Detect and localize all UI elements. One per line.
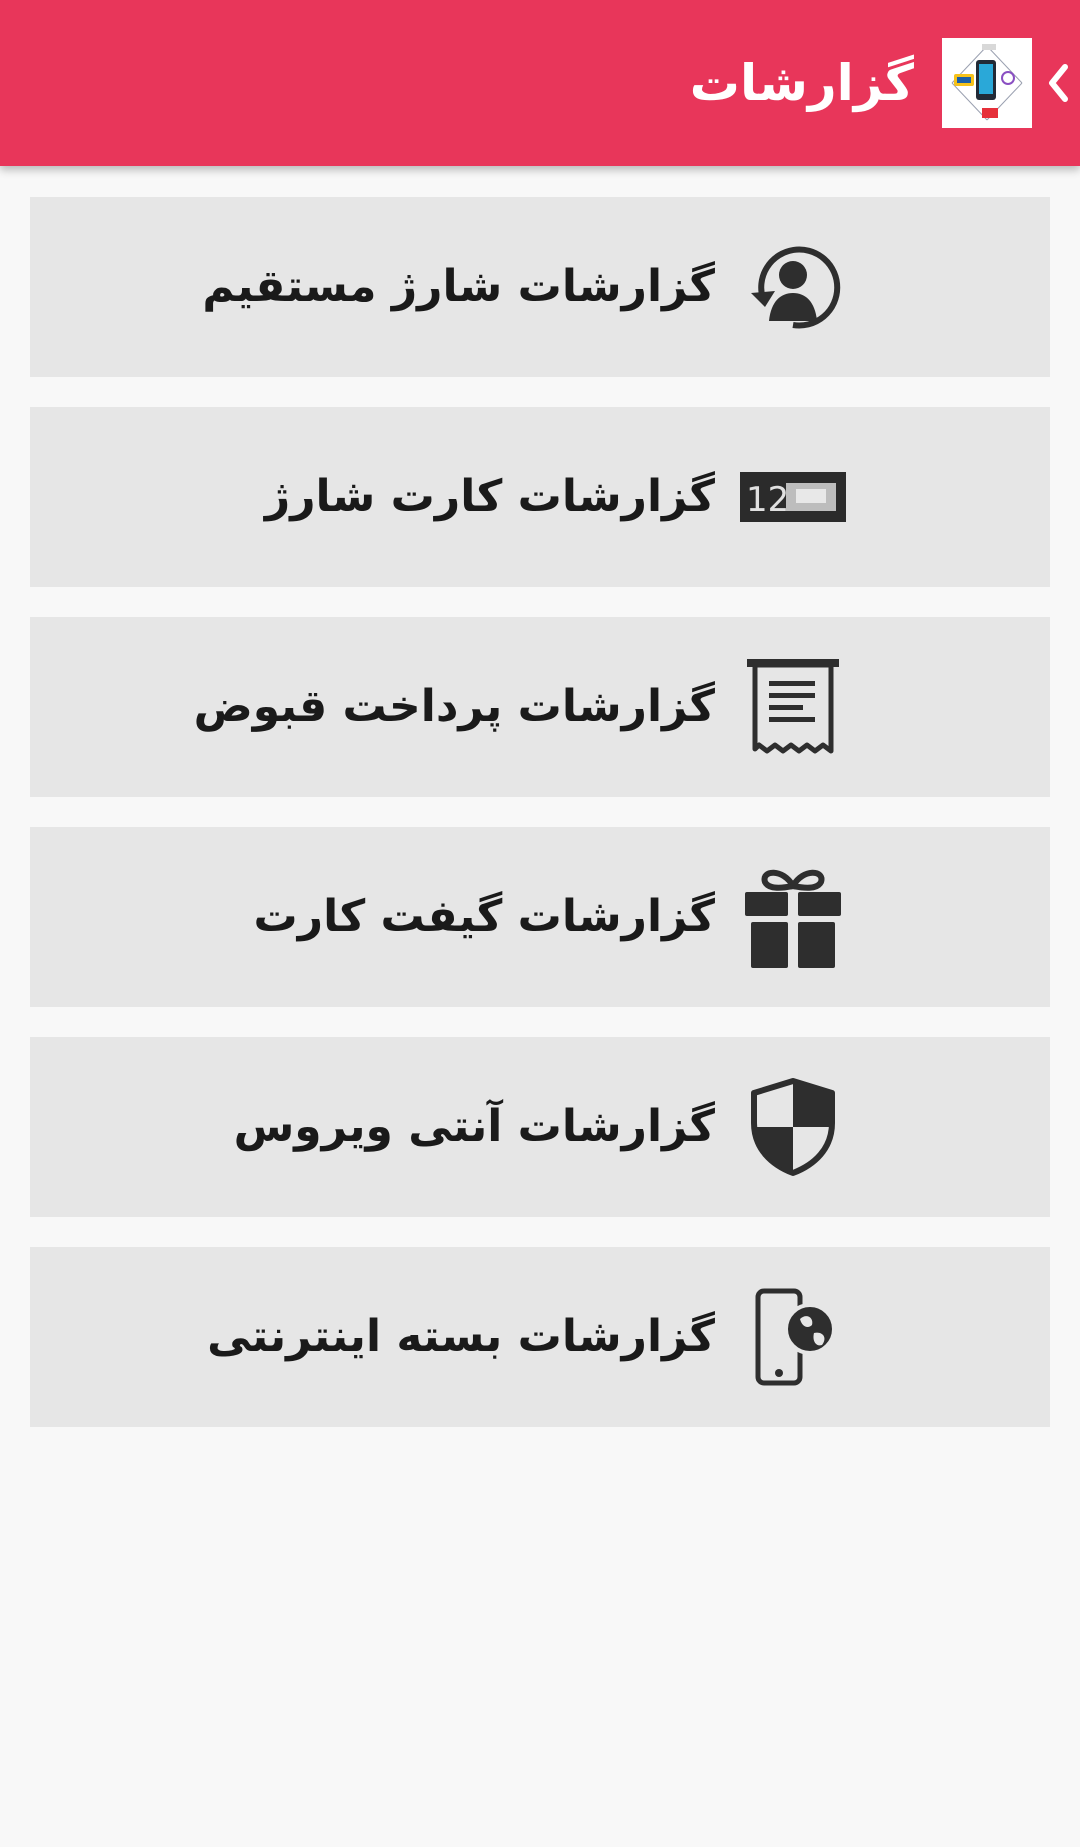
menu-item-label: گزارشات آنتی ویروس [233,1101,715,1152]
menu-item-direct-charge-reports[interactable]: گزارشات شارژ مستقیم [30,197,1050,377]
app-logo-icon [942,38,1032,128]
receipt-icon [740,654,846,760]
menu-item-label: گزارشات شارژ مستقیم [202,261,715,312]
menu-item-label: گزارشات گیفت کارت [253,891,715,942]
shield-icon [740,1074,846,1180]
menu-item-charge-card-reports[interactable]: 12 گزارشات کارت شارژ [30,407,1050,587]
menu-item-label: گزارشات کارت شارژ [264,471,715,522]
back-button[interactable] [1036,38,1080,128]
menu-item-label: گزارشات پرداخت قبوض [193,681,715,732]
chevron-left-icon [1049,64,1068,102]
app-bar: گزارشات [0,0,1080,166]
menu-item-label: گزارشات بسته اینترنتی [207,1311,715,1362]
menu-item-bill-payment-reports[interactable]: گزارشات پرداخت قبوض [30,617,1050,797]
gift-icon [740,864,846,970]
phone-globe-icon [740,1284,846,1390]
charge-card-icon: 12 [740,444,846,550]
page-title: گزارشات [689,54,914,112]
card-digits: 12 [746,480,789,520]
user-refresh-icon [740,234,846,340]
menu-item-gift-card-reports[interactable]: گزارشات گیفت کارت [30,827,1050,1007]
reports-menu: گزارشات شارژ مستقیم 12 گزارشات کارت شارژ [30,197,1050,1457]
menu-item-internet-package-reports[interactable]: گزارشات بسته اینترنتی [30,1247,1050,1427]
menu-item-antivirus-reports[interactable]: گزارشات آنتی ویروس [30,1037,1050,1217]
